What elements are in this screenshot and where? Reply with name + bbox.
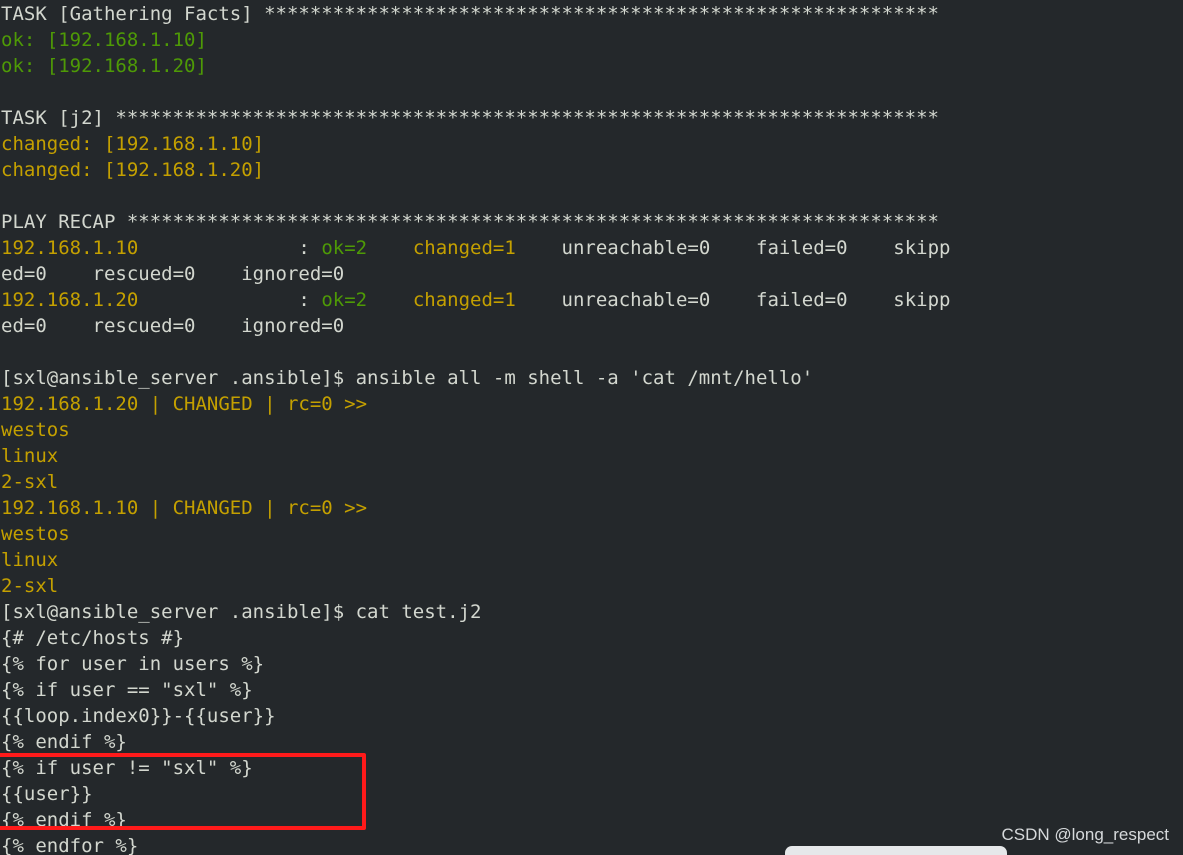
- terminal-text-segment: {# /etc/hosts #}: [1, 627, 185, 649]
- terminal-text-segment: linux: [1, 445, 59, 467]
- terminal-text-segment: 2-sxl: [1, 575, 59, 597]
- terminal-line: {% if user != "sxl" %}: [0, 755, 1183, 781]
- terminal-text-segment: changed: [192.168.1.20]: [1, 159, 265, 181]
- terminal-text-segment: {{user}}: [1, 783, 93, 805]
- terminal-text-segment: ok: [192.168.1.10]: [1, 29, 207, 51]
- terminal-line: ok: [192.168.1.20]: [0, 53, 1183, 79]
- terminal-text-segment: changed: [192.168.1.10]: [1, 133, 265, 155]
- terminal-window[interactable]: TASK [Gathering Facts] *****************…: [0, 0, 1183, 855]
- terminal-line: changed: [192.168.1.20]: [0, 157, 1183, 183]
- terminal-line: {{user}}: [0, 781, 1183, 807]
- terminal-line: {% if user == "sxl" %}: [0, 677, 1183, 703]
- terminal-text-segment: {% for user in users %}: [1, 653, 265, 675]
- terminal-line: [sxl@ansible_server .ansible]$ ansible a…: [0, 365, 1183, 391]
- terminal-text-segment: {{loop.index0}}-{{user}}: [1, 705, 276, 727]
- terminal-text-segment: {% if user == "sxl" %}: [1, 679, 253, 701]
- terminal-line: changed: [192.168.1.10]: [0, 131, 1183, 157]
- terminal-line: 192.168.1.10 : ok=2 changed=1 unreachabl…: [0, 235, 1183, 261]
- terminal-text-segment: TASK [j2] ******************************…: [1, 107, 939, 129]
- terminal-line: westos: [0, 417, 1183, 443]
- terminal-line: linux: [0, 443, 1183, 469]
- terminal-text-segment: [sxl@ansible_server .ansible]$ ansible a…: [1, 367, 814, 389]
- terminal-line: 192.168.1.10 | CHANGED | rc=0 >>: [0, 495, 1183, 521]
- terminal-text-segment: 192.168.1.20: [1, 289, 139, 311]
- terminal-line: westos: [0, 521, 1183, 547]
- terminal-text-segment: linux: [1, 549, 59, 571]
- terminal-text-segment: 192.168.1.10 | CHANGED | rc=0 >>: [1, 497, 368, 519]
- terminal-line: 192.168.1.20 : ok=2 changed=1 unreachabl…: [0, 287, 1183, 313]
- terminal-line: {{loop.index0}}-{{user}}: [0, 703, 1183, 729]
- terminal-line: PLAY RECAP *****************************…: [0, 209, 1183, 235]
- terminal-text-segment: ok: [192.168.1.20]: [1, 55, 207, 77]
- terminal-text-segment: changed=1: [412, 237, 516, 259]
- terminal-line: 192.168.1.20 | CHANGED | rc=0 >>: [0, 391, 1183, 417]
- terminal-text-segment: 192.168.1.10: [1, 237, 139, 259]
- terminal-text-segment: ed=0 rescued=0 ignored=0: [1, 263, 345, 285]
- terminal-text-segment: :: [138, 289, 322, 311]
- csdn-watermark: CSDN @long_respect: [1001, 825, 1170, 844]
- terminal-output-area[interactable]: TASK [Gathering Facts] *****************…: [0, 0, 1183, 855]
- terminal-text-segment: PLAY RECAP *****************************…: [1, 211, 939, 233]
- terminal-text-segment: [sxl@ansible_server .ansible]$ cat test.…: [1, 601, 482, 623]
- terminal-text-segment: TASK [Gathering Facts] *****************…: [1, 3, 939, 25]
- terminal-text-segment: :: [138, 237, 322, 259]
- terminal-line: ed=0 rescued=0 ignored=0: [0, 261, 1183, 287]
- terminal-text-segment: 192.168.1.20 | CHANGED | rc=0 >>: [1, 393, 368, 415]
- terminal-text-segment: {% endfor %}: [1, 835, 139, 855]
- terminal-line: {% endif %}: [0, 729, 1183, 755]
- terminal-text-segment: unreachable=0 failed=0 skipp: [515, 289, 951, 311]
- terminal-text-segment: ok=2: [321, 289, 368, 311]
- bottom-popup-strip[interactable]: [785, 846, 1007, 855]
- terminal-text-segment: unreachable=0 failed=0 skipp: [515, 237, 951, 259]
- terminal-line: 2-sxl: [0, 573, 1183, 599]
- terminal-text-segment: ok=2: [321, 237, 368, 259]
- terminal-text-segment: 2-sxl: [1, 471, 59, 493]
- terminal-line: ok: [192.168.1.10]: [0, 27, 1183, 53]
- terminal-text-segment: westos: [1, 419, 70, 441]
- terminal-line: TASK [Gathering Facts] *****************…: [0, 1, 1183, 27]
- terminal-line: [sxl@ansible_server .ansible]$ cat test.…: [0, 599, 1183, 625]
- terminal-text-segment: {% endif %}: [1, 809, 127, 831]
- terminal-text-segment: changed=1: [412, 289, 516, 311]
- terminal-text-segment: {% if user != "sxl" %}: [1, 757, 253, 779]
- terminal-line: {% for user in users %}: [0, 651, 1183, 677]
- terminal-text-segment: ed=0 rescued=0 ignored=0: [1, 315, 345, 337]
- terminal-line: {# /etc/hosts #}: [0, 625, 1183, 651]
- terminal-line: linux: [0, 547, 1183, 573]
- terminal-line: 2-sxl: [0, 469, 1183, 495]
- terminal-text-segment: {% endif %}: [1, 731, 127, 753]
- terminal-line: ed=0 rescued=0 ignored=0: [0, 313, 1183, 339]
- terminal-line: TASK [j2] ******************************…: [0, 105, 1183, 131]
- terminal-text-segment: westos: [1, 523, 70, 545]
